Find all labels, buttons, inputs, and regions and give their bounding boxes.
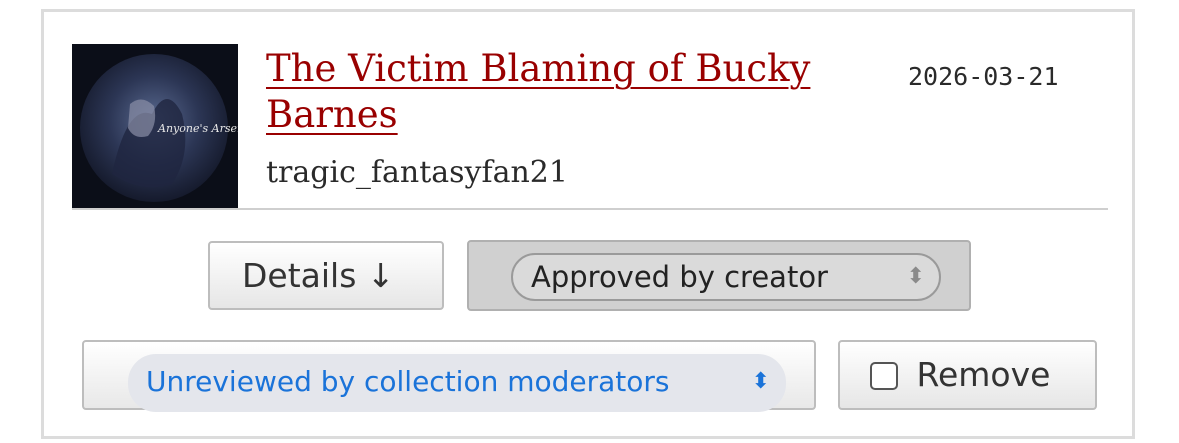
moderator-approval-box: Unreviewed by collection moderators ⬍ (82, 340, 816, 412)
work-icon-avatar: Anyone's Arsenal (72, 44, 255, 208)
remove-checkbox[interactable] (870, 362, 898, 390)
creator-approval-select: Approved by creator ⬍ (511, 253, 941, 301)
details-button-label: Details ↓ (242, 256, 395, 295)
avatar-watermark-text: Anyone's Arsenal (157, 122, 238, 135)
creator-approval-box: Approved by creator ⬍ (467, 240, 971, 311)
work-date: 2026-03-21 (908, 62, 1059, 91)
details-button[interactable]: Details ↓ (208, 241, 444, 310)
creator-approval-value: Approved by creator (531, 260, 828, 294)
remove-button-label: Remove (916, 355, 1051, 394)
avatar-image-icon: Anyone's Arsenal (72, 44, 255, 208)
chevron-updown-icon: ⬍ (751, 369, 770, 394)
moderator-approval-value: Unreviewed by collection moderators (146, 365, 670, 398)
work-title-link[interactable]: The Victim Blaming of Bucky Barnes (266, 46, 826, 138)
moderator-approval-select[interactable]: Unreviewed by collection moderators ⬍ (128, 354, 786, 412)
remove-button[interactable]: Remove (838, 340, 1097, 410)
work-header: Anyone's Arsenal The Victim Blaming of B… (72, 44, 1108, 210)
work-author: tragic_fantasyfan21 (266, 155, 568, 190)
chevron-updown-icon: ⬍ (906, 264, 925, 289)
